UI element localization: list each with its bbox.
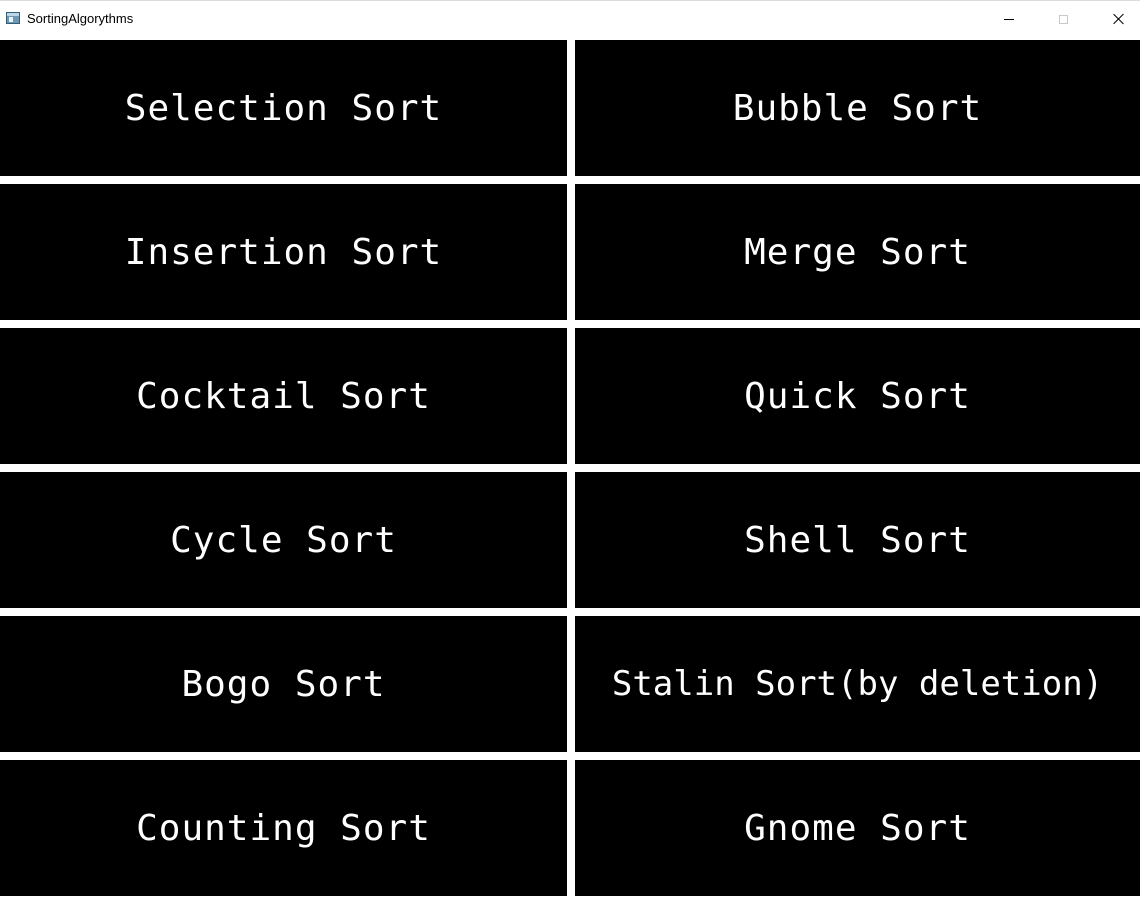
- cocktail-sort-button[interactable]: Cocktail Sort: [0, 328, 567, 464]
- close-icon: [1113, 13, 1125, 25]
- bogo-sort-button[interactable]: Bogo Sort: [0, 616, 567, 752]
- cycle-sort-button[interactable]: Cycle Sort: [0, 472, 567, 608]
- minimize-icon: [1004, 18, 1014, 20]
- stalin-sort-button[interactable]: Stalin Sort(by deletion): [575, 616, 1140, 752]
- shell-sort-button[interactable]: Shell Sort: [575, 472, 1140, 608]
- minimize-button[interactable]: [986, 1, 1032, 37]
- insertion-sort-button[interactable]: Insertion Sort: [0, 184, 567, 320]
- algorithm-button-grid: Selection Sort Bubble Sort Insertion Sor…: [0, 40, 1140, 896]
- bubble-sort-button[interactable]: Bubble Sort: [575, 40, 1140, 176]
- gnome-sort-button[interactable]: Gnome Sort: [575, 760, 1140, 896]
- counting-sort-button[interactable]: Counting Sort: [0, 760, 567, 896]
- title-bar[interactable]: SortingAlgorythms: [0, 0, 1140, 37]
- quick-sort-button[interactable]: Quick Sort: [575, 328, 1140, 464]
- close-button[interactable]: [1096, 1, 1140, 37]
- app-window-icon: [6, 12, 20, 24]
- maximize-icon: [1058, 14, 1068, 24]
- app-window: SortingAlgorythms Selection Sort Bubble …: [0, 0, 1140, 901]
- merge-sort-button[interactable]: Merge Sort: [575, 184, 1140, 320]
- selection-sort-button[interactable]: Selection Sort: [0, 40, 567, 176]
- window-title: SortingAlgorythms: [27, 11, 134, 26]
- maximize-button[interactable]: [1040, 1, 1086, 37]
